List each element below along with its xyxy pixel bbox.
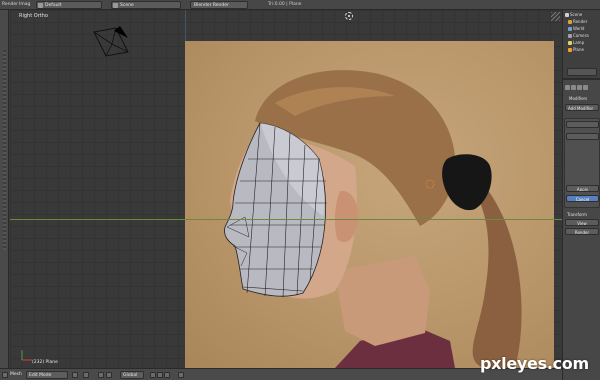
wrench-icon[interactable] [565, 85, 570, 90]
neck-shape [335, 256, 430, 346]
render-button[interactable]: Render [565, 228, 599, 235]
world-icon [568, 27, 572, 31]
vertex-select-icon[interactable] [150, 372, 156, 378]
reference-photo [185, 41, 554, 368]
object-icon[interactable] [571, 85, 576, 90]
mesh-icon [568, 48, 572, 52]
shading-icon[interactable] [72, 372, 78, 378]
view-button[interactable]: View [565, 219, 599, 226]
render-icon [568, 20, 572, 24]
face-select-icon[interactable] [164, 372, 170, 378]
area-split-corner[interactable] [551, 12, 560, 21]
layout-name: Default [45, 3, 62, 8]
edge-select-icon[interactable] [157, 372, 163, 378]
data-icon[interactable] [577, 85, 582, 90]
properties-editor[interactable]: Modifiers Add Modifier Apply Cancel Tran… [563, 82, 600, 380]
orientation-selector[interactable]: Global [120, 371, 144, 379]
layout-selector[interactable]: Default [36, 1, 102, 9]
scene-stats: Tri:0.00 | Plane [268, 2, 302, 7]
mesh-menu[interactable]: Mesh [10, 371, 22, 379]
outliner-item-label: Lamp [573, 40, 585, 45]
outliner-item-label: Render [573, 19, 588, 24]
menu-render[interactable]: Render [2, 1, 18, 9]
manipulator-icon[interactable] [98, 372, 104, 378]
modifier-name-field[interactable] [566, 121, 599, 128]
render-engine-name: Blender Render [194, 3, 229, 8]
lamp-icon [568, 41, 572, 45]
camera-icon [568, 34, 572, 38]
cancel-button[interactable]: Cancel [566, 195, 599, 202]
add-modifier-button[interactable]: Add Modifier [565, 104, 599, 111]
view-label: Right Ortho [19, 13, 48, 19]
outliner-item-scene[interactable]: Scene [565, 12, 582, 18]
3d-viewport[interactable]: Right Ortho (232) Plane [10, 10, 562, 368]
outliner-item-plane[interactable]: Plane [568, 47, 584, 53]
scene-name: Scene [120, 3, 134, 8]
apply-button[interactable]: Apply [566, 185, 599, 192]
render-engine-selector[interactable]: Blender Render [190, 1, 248, 9]
right-editor-column: Scene Render World Camera Lamp Plane Mod… [562, 10, 600, 380]
active-object-label: (232) Plane [32, 360, 58, 365]
menu-image[interactable]: Imag [19, 1, 30, 9]
scene-selector[interactable]: Scene [111, 1, 181, 9]
tool-shelf-grip[interactable] [3, 50, 6, 250]
outliner-item-camera[interactable]: Camera [568, 33, 589, 39]
x-axis-line [10, 219, 562, 220]
material-icon[interactable] [583, 85, 588, 90]
3d-cursor-icon[interactable] [345, 12, 353, 20]
transform-label: Transform [567, 212, 587, 217]
layout-icon [38, 3, 43, 8]
outliner-item-lamp[interactable]: Lamp [568, 40, 584, 46]
outliner-item-render[interactable]: Render [568, 19, 587, 25]
mode-selector[interactable]: Edit Mode [26, 371, 68, 379]
tool-shelf[interactable] [0, 10, 9, 368]
scene-icon [565, 13, 569, 17]
outliner-item-label: Scene [570, 12, 583, 17]
outliner[interactable]: Scene Render World Camera Lamp Plane [563, 10, 600, 80]
outliner-search-field[interactable] [567, 68, 597, 76]
proportional-edit-icon[interactable] [178, 372, 184, 378]
scene-icon [113, 3, 118, 8]
outliner-item-label: Camera [573, 33, 589, 38]
viewport-header: Mesh Edit Mode Global [0, 368, 562, 380]
modifiers-title: Modifiers [569, 96, 588, 101]
camera-icon[interactable] [92, 26, 134, 60]
reference-photo-drawing [224, 70, 522, 368]
outliner-item-label: World [573, 26, 585, 31]
editor-type-icon[interactable] [2, 372, 8, 378]
translate-icon[interactable] [106, 372, 112, 378]
properties-tabs[interactable] [564, 84, 600, 92]
modifier-options-row[interactable] [566, 133, 599, 140]
modifier-panel[interactable]: Apply Cancel [564, 118, 600, 208]
watermark: pxleyes.com [480, 354, 589, 373]
pivot-icon[interactable] [83, 372, 89, 378]
outliner-item-label: Plane [573, 47, 584, 52]
outliner-item-world[interactable]: World [568, 26, 584, 32]
info-header: Render Imag Default Scene Blender Render… [0, 0, 600, 10]
